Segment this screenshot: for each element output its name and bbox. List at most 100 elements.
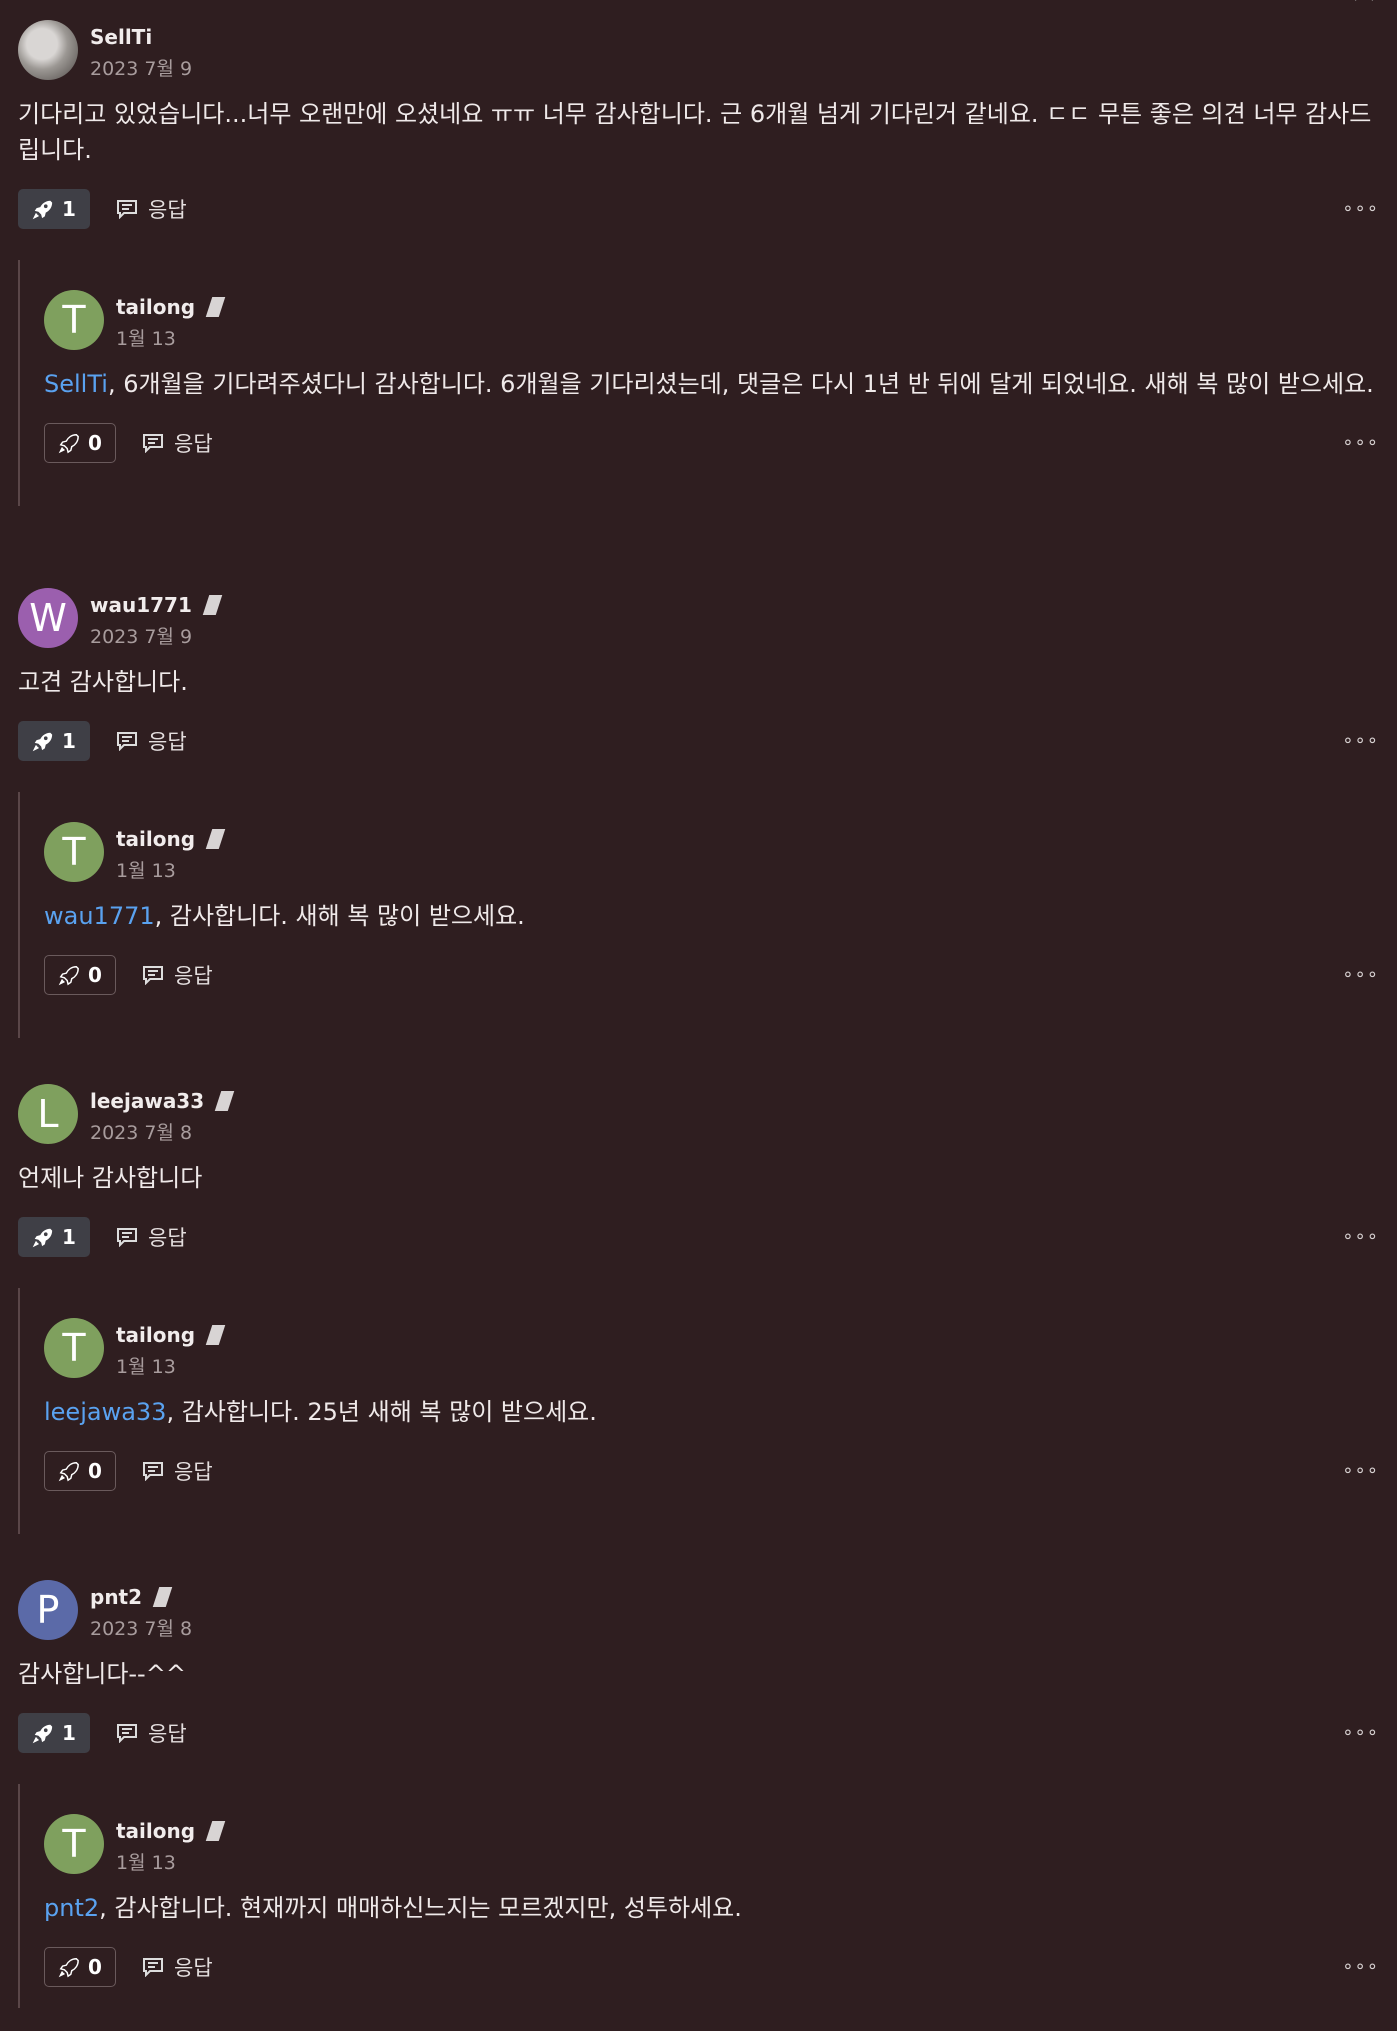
reply-label: 응답: [148, 730, 187, 754]
ellipsis-icon[interactable]: ∘∘∘: [1342, 198, 1379, 219]
like-count: 0: [88, 1955, 102, 1979]
speech-bubble-icon: [142, 1461, 164, 1481]
like-button[interactable]: 1: [18, 1713, 90, 1753]
moderator-badge-icon: [214, 1091, 235, 1111]
reply-button[interactable]: 응답: [142, 960, 213, 990]
comment-text: 언제나 감사합니다: [18, 1164, 203, 1192]
username[interactable]: tailong: [116, 1819, 195, 1843]
reply-button[interactable]: 응답: [116, 1222, 187, 1252]
moderator-badge-icon: [205, 297, 226, 317]
username[interactable]: SellTi: [90, 25, 152, 49]
ellipsis-icon[interactable]: ∘∘∘: [1342, 1226, 1379, 1247]
comment-thread: P pnt2 2023 7월 8 감사합니다--^^ 1 응답 ∘∘∘ T ta…: [0, 1580, 1397, 2008]
comment-text: 고견 감사합니다.: [18, 668, 188, 696]
comment-date[interactable]: 1월 13: [116, 856, 222, 883]
like-button[interactable]: 0: [44, 1451, 116, 1491]
like-button[interactable]: 0: [44, 423, 116, 463]
user-avatar[interactable]: [18, 20, 78, 80]
reply-block: T tailong 1월 13 wau1771, 감사합니다. 새해 복 많이 …: [18, 792, 1379, 1038]
reply-label: 응답: [174, 432, 213, 456]
user-mention-link[interactable]: wau1771: [44, 902, 155, 930]
comment-date[interactable]: 1월 13: [116, 1352, 222, 1379]
user-avatar[interactable]: P: [18, 1580, 78, 1640]
rocket-icon: [58, 432, 80, 454]
reply-block: T tailong 1월 13 SellTi, 6개월을 기다려주셨다니 감사합…: [18, 260, 1379, 506]
rocket-icon: [58, 964, 80, 986]
comment-date[interactable]: 1월 13: [116, 324, 222, 351]
like-button[interactable]: 1: [18, 189, 90, 229]
moderator-badge-icon: [205, 829, 226, 849]
comment-thread: W wau1771 2023 7월 9 고견 감사합니다. 1 응답 ∘∘∘ T…: [0, 588, 1397, 1038]
ellipsis-icon[interactable]: ∘∘∘: [1342, 432, 1379, 453]
reply-label: 응답: [174, 964, 213, 988]
comment: L leejawa33 2023 7월 8 언제나 감사합니다 1 응답 ∘∘∘: [0, 1084, 1397, 1258]
user-mention-link[interactable]: pnt2: [44, 1894, 99, 1922]
reply-block: T tailong 1월 13 pnt2, 감사합니다. 현재까지 매매하신느지…: [18, 1784, 1379, 2008]
user-avatar[interactable]: T: [44, 1318, 104, 1378]
reply: T tailong 1월 13 pnt2, 감사합니다. 현재까지 매매하신느지…: [44, 1814, 1379, 1988]
comment-date[interactable]: 2023 7월 8: [90, 1614, 192, 1641]
reply: T tailong 1월 13 SellTi, 6개월을 기다려주셨다니 감사합…: [44, 290, 1379, 464]
reply-label: 응답: [148, 1226, 187, 1250]
ellipsis-icon[interactable]: ∘∘∘: [1342, 1722, 1379, 1743]
reply-label: 응답: [174, 1460, 213, 1484]
comment-thread: SellTi 2023 7월 9 기다리고 있었습니다...너무 오랜만에 오셨…: [0, 20, 1397, 506]
reply-button[interactable]: 응답: [142, 1952, 213, 1982]
user-avatar[interactable]: T: [44, 1814, 104, 1874]
like-button[interactable]: 0: [44, 1947, 116, 1987]
reply-button[interactable]: 응답: [116, 1718, 187, 1748]
moderator-badge-icon: [205, 1821, 226, 1841]
ellipsis-icon[interactable]: ∘∘∘: [1342, 964, 1379, 985]
reply-label: 응답: [148, 198, 187, 222]
rocket-icon: [32, 1226, 54, 1248]
comment-date[interactable]: 2023 7월 8: [90, 1118, 231, 1145]
reply-button[interactable]: 응답: [116, 726, 187, 756]
ellipsis-icon[interactable]: ∘∘∘: [1342, 1956, 1379, 1977]
like-count: 0: [88, 963, 102, 987]
user-mention-link[interactable]: SellTi: [44, 370, 108, 398]
username[interactable]: wau1771: [90, 593, 192, 617]
like-count: 1: [62, 729, 76, 753]
comment-text: , 6개월을 기다려주셨다니 감사합니다. 6개월을 기다리셨는데, 댓글은 다…: [107, 370, 1374, 398]
ellipsis-icon[interactable]: ∘∘∘: [1342, 730, 1379, 751]
like-count: 0: [88, 431, 102, 455]
ellipsis-icon[interactable]: ∘∘∘: [1342, 1460, 1379, 1481]
comment-date[interactable]: 2023 7월 9: [90, 54, 192, 81]
reply-button[interactable]: 응답: [116, 194, 187, 224]
username[interactable]: pnt2: [90, 1585, 142, 1609]
speech-bubble-icon: [116, 731, 138, 751]
user-avatar[interactable]: T: [44, 290, 104, 350]
user-avatar[interactable]: T: [44, 822, 104, 882]
like-button[interactable]: 1: [18, 721, 90, 761]
comment-text: , 감사합니다. 25년 새해 복 많이 받으세요.: [166, 1398, 597, 1426]
username[interactable]: tailong: [116, 295, 195, 319]
user-avatar[interactable]: L: [18, 1084, 78, 1144]
scroll-corner-icon: [1355, 0, 1373, 1]
reply: T tailong 1월 13 wau1771, 감사합니다. 새해 복 많이 …: [44, 822, 1379, 996]
rocket-icon: [58, 1460, 80, 1482]
like-button[interactable]: 1: [18, 1217, 90, 1257]
user-avatar[interactable]: W: [18, 588, 78, 648]
username[interactable]: leejawa33: [90, 1089, 204, 1113]
moderator-badge-icon: [202, 595, 223, 615]
speech-bubble-icon: [116, 1723, 138, 1743]
comment-date[interactable]: 1월 13: [116, 1848, 222, 1875]
reply-button[interactable]: 응답: [142, 428, 213, 458]
like-button[interactable]: 0: [44, 955, 116, 995]
rocket-icon: [58, 1956, 80, 1978]
user-mention-link[interactable]: leejawa33: [44, 1398, 166, 1426]
comment: W wau1771 2023 7월 9 고견 감사합니다. 1 응답 ∘∘∘: [0, 588, 1397, 762]
rocket-icon: [32, 730, 54, 752]
speech-bubble-icon: [116, 199, 138, 219]
username[interactable]: tailong: [116, 1323, 195, 1347]
comment-text: , 감사합니다. 현재까지 매매하신느지는 모르겠지만, 성투하세요.: [99, 1894, 742, 1922]
comment-text: 기다리고 있었습니다...너무 오랜만에 오셨네요 ㅠㅠ 너무 감사합니다. 근…: [18, 100, 1372, 164]
username[interactable]: tailong: [116, 827, 195, 851]
reply-block: T tailong 1월 13 leejawa33, 감사합니다. 25년 새해…: [18, 1288, 1379, 1534]
comment-date[interactable]: 2023 7월 9: [90, 622, 219, 649]
comment: P pnt2 2023 7월 8 감사합니다--^^ 1 응답 ∘∘∘: [0, 1580, 1397, 1754]
reply-button[interactable]: 응답: [142, 1456, 213, 1486]
comment-feed: SellTi 2023 7월 9 기다리고 있었습니다...너무 오랜만에 오셨…: [0, 0, 1397, 2031]
comment-thread: L leejawa33 2023 7월 8 언제나 감사합니다 1 응답 ∘∘∘: [0, 1084, 1397, 1534]
moderator-badge-icon: [205, 1325, 226, 1345]
